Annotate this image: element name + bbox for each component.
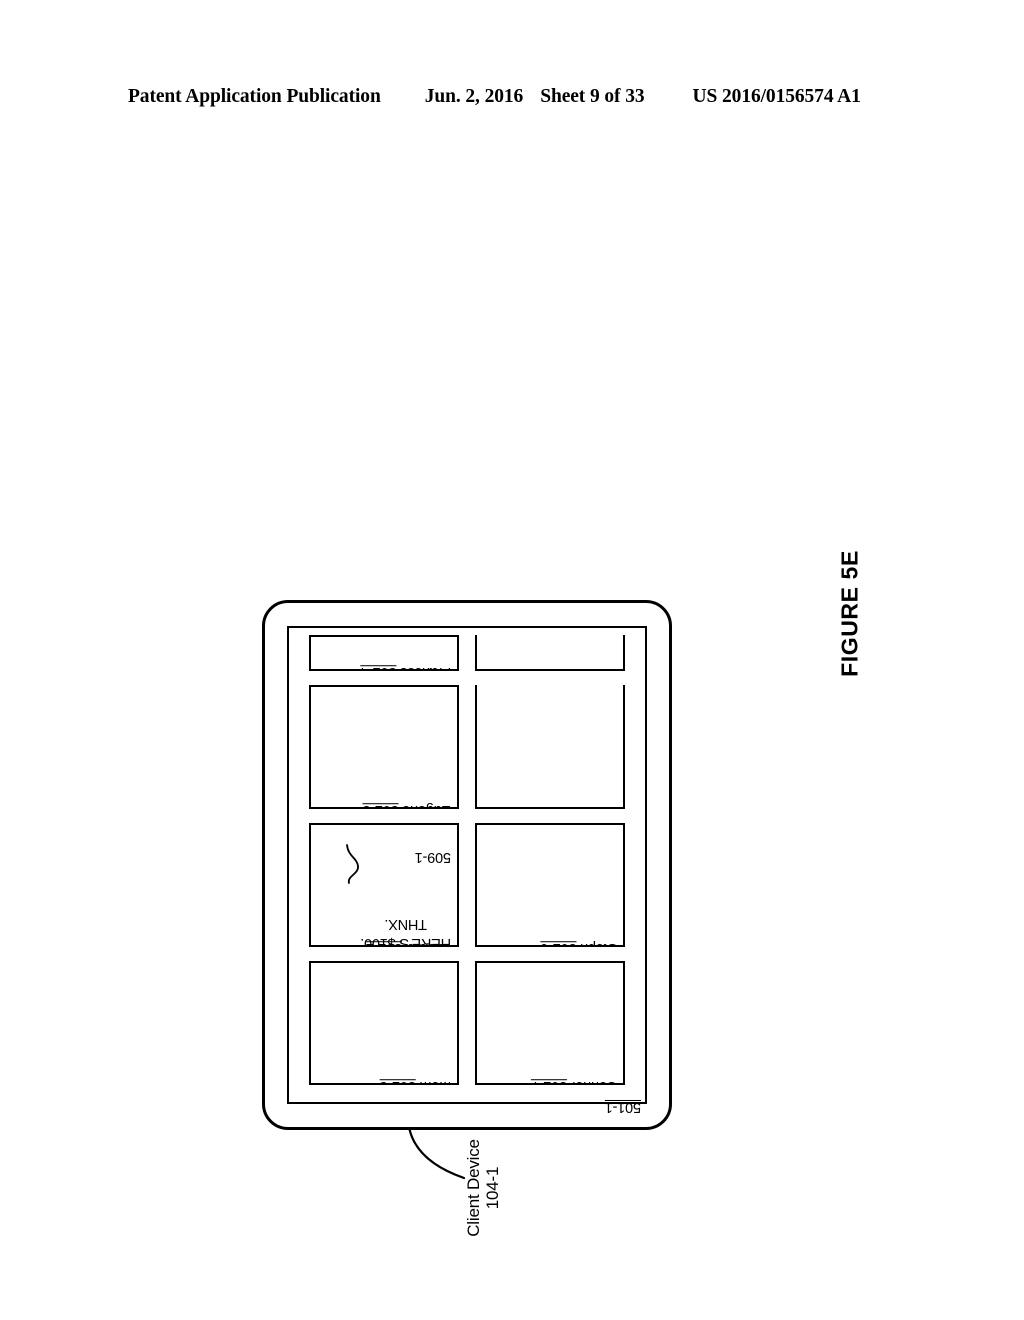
conversation-tile-tabitha[interactable]: Tabitha 502-2 HERE'S $100. THNX. 509-1 <box>309 823 459 947</box>
figure-stage: Client Device 104-1 501-1 Mom 502-3 <box>0 0 1024 1320</box>
conversation-tile-label: Steph 502-6 <box>540 940 617 947</box>
client-device-callout-label: Client Device <box>464 1139 483 1237</box>
conversation-tile-reference: 502-7 <box>531 1078 567 1085</box>
conversation-tile-label: Connor 502-7 <box>531 1078 617 1085</box>
conversation-tile-name: Steph <box>580 940 617 947</box>
device-screen: 501-1 Mom 502-3 Tabitha 502-2 <box>287 626 647 1115</box>
screen-reference-numeral: 501-1 <box>604 1099 641 1115</box>
conversation-tile-connor[interactable]: Connor 502-7 <box>475 961 625 1085</box>
conversation-tile-frances[interactable]: Frances 502-4 <box>309 635 459 671</box>
figure-drawing-group: Client Device 104-1 501-1 Mom 502-3 <box>232 550 792 1250</box>
conversation-tile-eugene[interactable]: Eugene 502-5 <box>309 685 459 809</box>
conversation-tile-reference: 502-5 <box>362 802 398 809</box>
message-callout-leader-line <box>346 844 359 884</box>
message-line-1: HERE'S $100. <box>360 935 451 947</box>
conversation-tile-reference: 502-6 <box>540 940 576 947</box>
conversation-tile-steph[interactable]: Steph 502-6 <box>475 823 625 947</box>
message-bubble-text: HERE'S $100. THNX. <box>360 915 451 947</box>
conversation-tile-partial-bottom[interactable] <box>475 635 625 671</box>
conversation-tile-reference: 502-3 <box>379 1078 415 1085</box>
message-callout-reference: 509-1 <box>414 849 451 865</box>
client-device-callout-reference: 104-1 <box>483 1166 503 1210</box>
conversation-tile-name: Eugene <box>402 802 451 809</box>
conversation-tile-name: Frances <box>400 664 451 671</box>
message-line-2: THNX. <box>384 916 427 933</box>
conversation-grid: Mom 502-3 Tabitha 502-2 HERE'S $100. THN… <box>309 628 625 1085</box>
conversation-tile-name: Connor <box>571 1078 617 1085</box>
conversation-tile-mom[interactable]: Mom 502-3 <box>309 961 459 1085</box>
conversation-tile-label: Frances 502-4 <box>360 664 451 671</box>
conversation-tile-label: Eugene 502-5 <box>362 802 451 809</box>
conversation-tile-partial-top[interactable] <box>475 685 625 809</box>
client-device: 501-1 Mom 502-3 Tabitha 502-2 <box>262 600 672 1130</box>
conversation-tile-reference: 502-4 <box>360 664 396 671</box>
figure-caption: FIGURE 5E <box>836 550 863 677</box>
client-device-callout: Client Device 104-1 <box>464 1132 502 1244</box>
conversation-tile-name: Mom <box>419 1078 451 1085</box>
conversation-tile-label: Mom 502-3 <box>379 1078 451 1085</box>
